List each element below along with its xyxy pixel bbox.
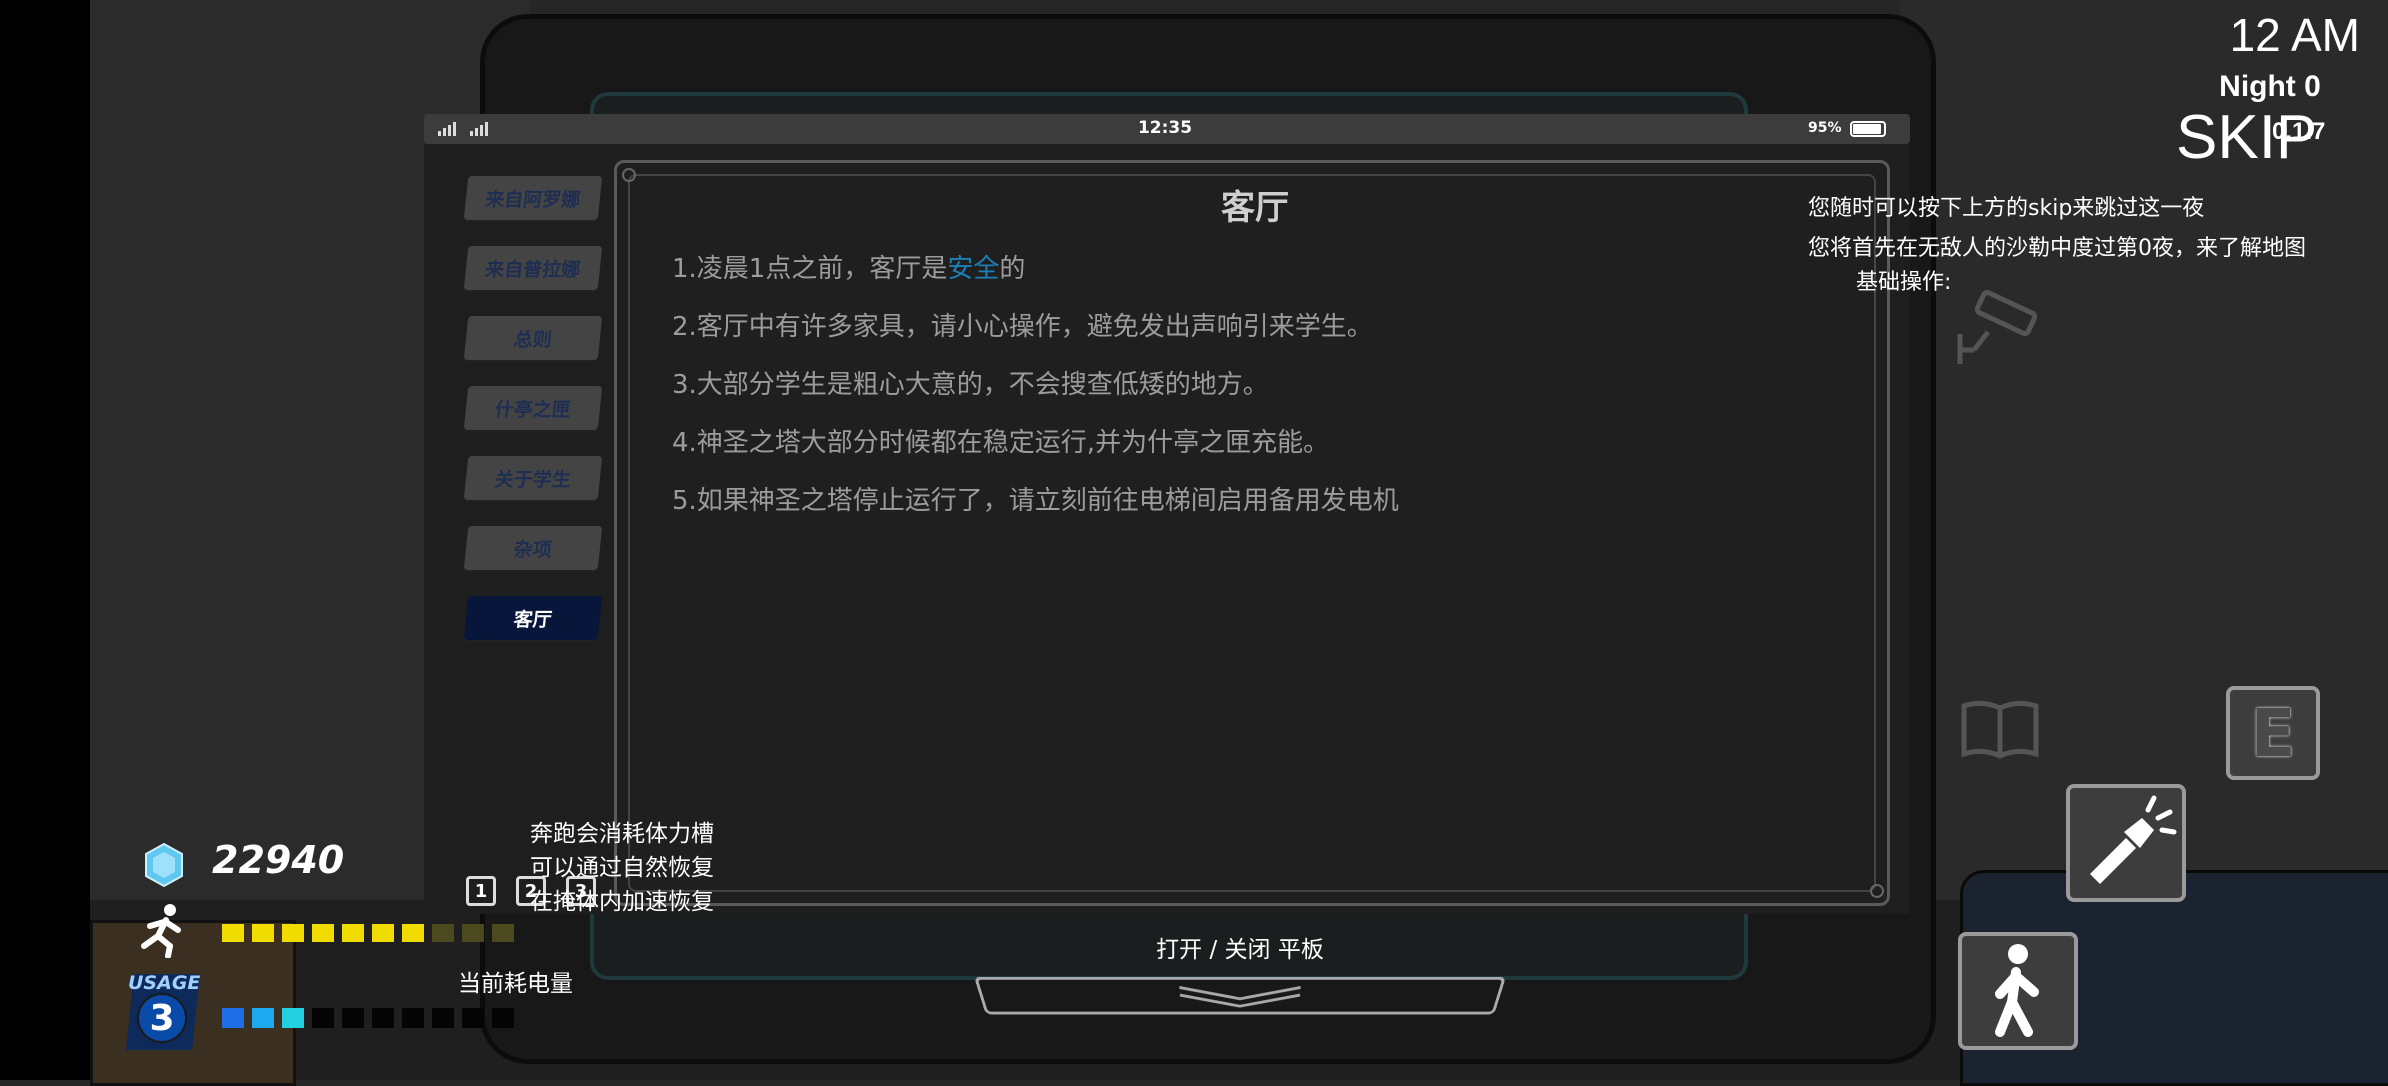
tab-shittim-chest[interactable]: 什亭之匣 — [463, 386, 603, 430]
rule-3: 3.大部分学生是粗心大意的，不会搜查低矮的地方。 — [672, 370, 1269, 400]
panel-corner-ornament — [622, 168, 636, 182]
interact-e-button[interactable]: E — [2226, 686, 2320, 780]
stamina-segment — [462, 924, 484, 942]
power-segment — [432, 1008, 454, 1028]
signal-icon — [436, 118, 496, 142]
tip-line-2: 可以通过自然恢复 — [530, 855, 714, 881]
tab-misc[interactable]: 杂项 — [463, 526, 603, 570]
usage-badge: USAGE 3 — [124, 968, 202, 1050]
usage-value: 3 — [149, 998, 175, 1039]
power-segment — [252, 1008, 274, 1028]
flashlight-icon — [2090, 795, 2177, 884]
version-label: 0.1.7 — [2272, 118, 2326, 145]
night-counter: Night 0 — [2219, 70, 2321, 103]
battery-fill — [1853, 124, 1881, 134]
tab-about-students[interactable]: 关于学生 — [463, 456, 603, 500]
rule-2: 2.客厅中有许多家具，请小心操作，避免发出声响引来学生。 — [672, 312, 1373, 342]
tablet-toggle-handle[interactable] — [973, 976, 1507, 1015]
rule-1-text: 1.凌晨1点之前，客厅是 — [672, 254, 948, 284]
stamina-segment — [312, 924, 334, 942]
power-segment — [282, 1008, 304, 1028]
rule-1: 1.凌晨1点之前，客厅是安全的 — [672, 248, 1025, 285]
stamina-segment — [222, 924, 244, 942]
rule-1-safe: 安全 — [947, 254, 1000, 284]
rule-4: 4.神圣之塔大部分时候都在稳定运行,并为什亭之匣充能。 — [672, 428, 1330, 458]
page-title: 客厅 — [1221, 188, 1289, 228]
hint-skip: 您随时可以按下上方的skip来跳过这一夜 — [1808, 196, 2205, 221]
stamina-segment — [402, 924, 424, 942]
rule-5: 5.如果神圣之塔停止运行了，请立刻前往电梯间启用备用发电机 — [672, 486, 1399, 516]
power-usage-label: 当前耗电量 — [458, 971, 573, 997]
book-icon[interactable] — [1958, 698, 2042, 762]
tab-from-arona[interactable]: 来自阿罗娜 — [463, 176, 603, 220]
gem-count: 22940 — [212, 838, 345, 882]
power-segment — [222, 1008, 244, 1028]
rule-1-suffix: 的 — [999, 254, 1026, 284]
usage-label: USAGE — [128, 972, 201, 994]
stamina-segment — [372, 924, 394, 942]
run-icon — [134, 902, 190, 959]
tab-living-room[interactable]: 客厅 — [463, 596, 603, 640]
panel-corner-ornament — [1870, 884, 1884, 898]
stamina-segment — [342, 924, 364, 942]
tip-line-1: 奔跑会消耗体力槽 — [530, 821, 714, 847]
power-segment — [462, 1008, 484, 1028]
stamina-segment — [282, 924, 304, 942]
security-camera-icon[interactable] — [1952, 288, 2048, 368]
stamina-segment — [492, 924, 514, 942]
tip-line-3: 在掩体内加速恢复 — [530, 889, 714, 915]
power-segment — [372, 1008, 394, 1028]
tab-general-rules[interactable]: 总则 — [463, 316, 603, 360]
stamina-segment — [252, 924, 274, 942]
flashlight-button[interactable] — [2066, 784, 2186, 902]
gem-icon — [142, 842, 186, 888]
tab-from-plana[interactable]: 来自普拉娜 — [463, 246, 603, 290]
battery-percent: 95% — [1808, 120, 1842, 136]
power-segment — [342, 1008, 364, 1028]
power-segment — [312, 1008, 334, 1028]
tablet-clock: 12:35 — [1137, 118, 1193, 138]
power-segment — [492, 1008, 514, 1028]
toggle-tablet-label: 打开 / 关闭 平板 — [1156, 937, 1324, 963]
power-segment — [402, 1008, 424, 1028]
letterbox-bar — [0, 0, 90, 1080]
walk-button[interactable] — [1958, 932, 2078, 1050]
walk-icon — [1995, 944, 2039, 1037]
hint-intro: 您将首先在无敌人的沙勒中度过第0夜，来了解地图 — [1808, 236, 2306, 261]
hint-basics: 基础操作: — [1856, 270, 1952, 295]
slot-1[interactable]: 1 — [466, 876, 496, 906]
game-clock: 12 AM — [2229, 9, 2360, 61]
stamina-segment — [432, 924, 454, 942]
e-key-icon: E — [2250, 694, 2296, 772]
